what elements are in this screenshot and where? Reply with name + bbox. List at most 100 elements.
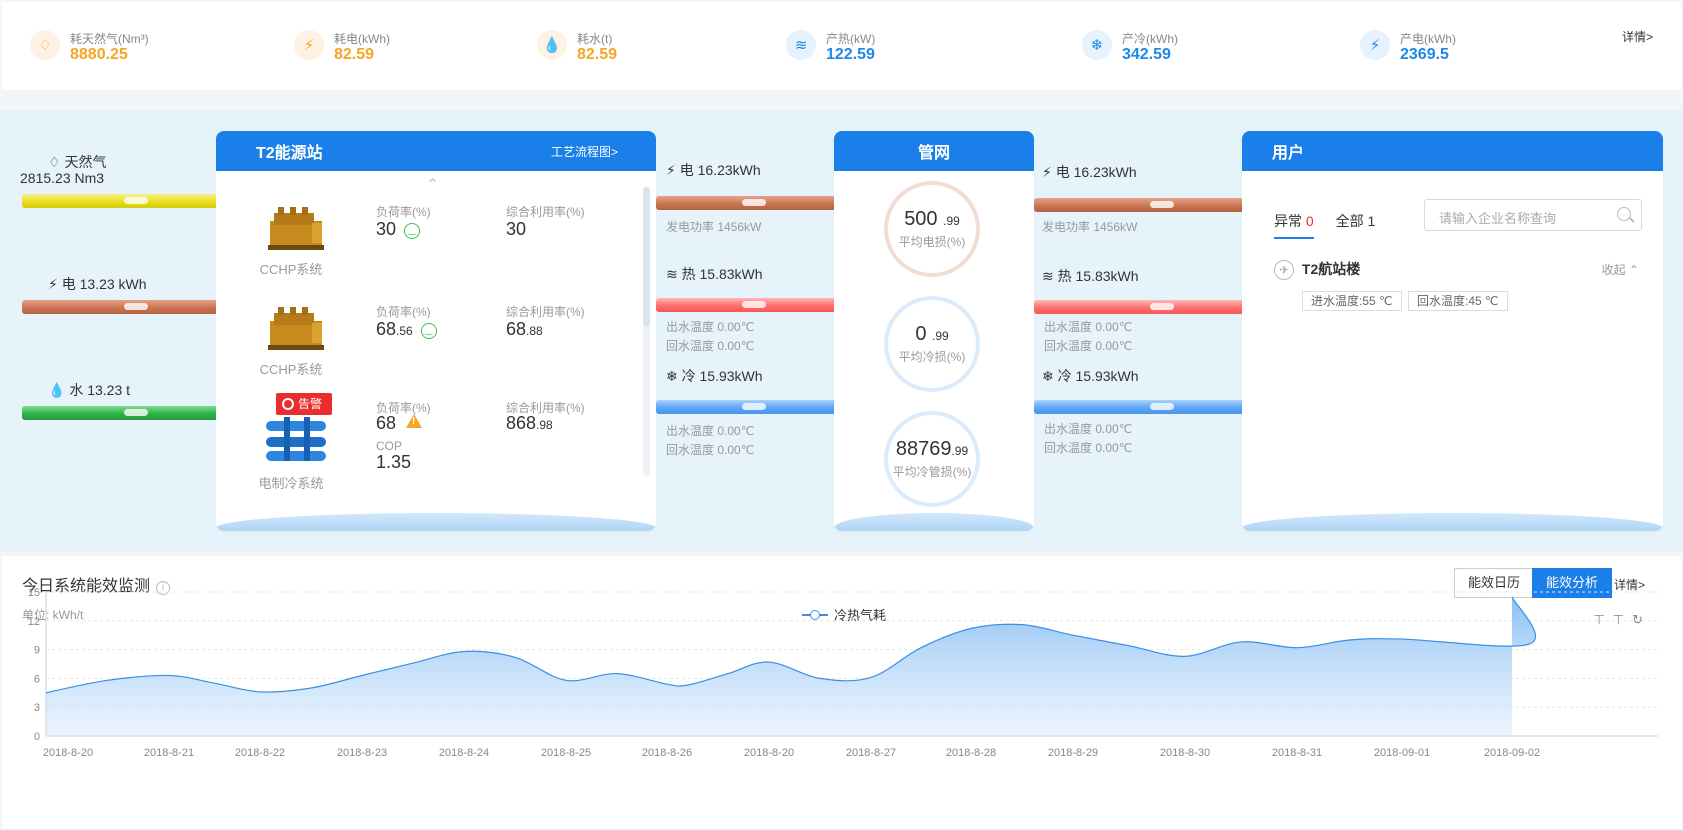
load-rate-value: 68.56 ‿ (376, 319, 437, 340)
gas-pipe (22, 194, 218, 208)
mid-left-elec-sub: 发电功率 1456kW (666, 220, 762, 234)
summary-bar: ♢ 耗天然气(Nm³) 8880.25 ⚡ 耗电(kWh) 82.59 💧 耗水… (2, 2, 1681, 90)
network-card: 管网 500 .99 平均电损(%) 0 .99 平均冷损(%) 88769.9… (834, 131, 1034, 531)
y-tick-label: 15 (28, 587, 40, 599)
mid-left-cold-label: ❄ 冷 15.93kWh (666, 368, 763, 384)
snowflake-icon: ❄ (666, 368, 678, 384)
network-title: 管网 (834, 131, 1034, 171)
x-tick-label: 2018-8-25 (541, 747, 591, 759)
card-wave (216, 513, 656, 531)
mid-right-heat-pipe (1034, 300, 1244, 314)
user-title: 用户 (1242, 131, 1663, 171)
x-tick-label: 2018-8-31 (1272, 747, 1322, 759)
x-tick-label: 2018-8-23 (337, 747, 387, 759)
efficiency-monitor-panel: 今日系统能效监测 i 单位: kWh/t 能效日历 能效分析 详情> 冷热气耗 ⊤… (2, 556, 1681, 828)
load-rate-value: 68 (376, 413, 423, 434)
util-rate-value: 68.88 (506, 319, 543, 339)
airplane-icon: ✈ (1274, 260, 1294, 280)
x-tick-label: 2018-8-26 (642, 747, 692, 759)
user-item[interactable]: ✈ T2航站楼 (1274, 259, 1360, 280)
user-card: 用户 异常 0 全部 1 请输入企业名称查询 ✈ T2航站楼 收起 ⌃ 进水温度… (1242, 131, 1663, 531)
ring-elec-loss: 500 .99 平均电损(%) (884, 181, 980, 277)
smile-icon: ‿ (420, 323, 437, 339)
scrollbar[interactable] (643, 187, 650, 477)
x-tick-label: 2018-8-24 (439, 747, 489, 759)
system-row[interactable]: CCHP系统 负荷率(%) 68.56 ‿ 综合利用率(%) 68.88 (216, 293, 626, 393)
alarm-badge[interactable]: 告警 (276, 393, 333, 415)
smile-icon: ‿ (404, 223, 421, 239)
x-tick-label: 2018-8-21 (144, 747, 194, 759)
lightning-icon: ⚡ (48, 276, 58, 292)
mid-left-cold-pipe (656, 400, 836, 414)
return-temp-tag: 回水温度:45 ℃ (1408, 291, 1508, 311)
snowflake-icon: ❄ (1082, 30, 1112, 60)
gas-source-value: 2815.23 Nm3 (20, 170, 105, 186)
process-flow-link[interactable]: 工艺流程图> (551, 143, 618, 160)
flame-icon: ♢ (30, 30, 60, 60)
x-tick-label: 2018-8-28 (946, 747, 996, 759)
mid-left-heat-back: 回水温度 0.00℃ (666, 339, 755, 353)
util-rate-label: 综合利用率(%) (506, 305, 585, 319)
card-wave (1242, 513, 1663, 531)
gas-source-label: ♢ 天然气 (48, 154, 107, 170)
water-drop-icon: 💧 (48, 382, 66, 398)
system-row[interactable]: 告警 电制冷系统 负荷率(%) 68 COP 1.35 综合利用率(%) 868… (216, 393, 626, 493)
x-tick-label: 2018-8-27 (846, 747, 896, 759)
x-tick-label: 2018-8-30 (1160, 747, 1210, 759)
util-rate-label: 综合利用率(%) (506, 205, 585, 219)
station-header: T2能源站 工艺流程图> (216, 131, 656, 171)
x-tick-label: 2018-09-02 (1484, 747, 1540, 759)
heat-icon: ≋ (1042, 268, 1054, 284)
x-tick-label: 2018-8-22 (235, 747, 285, 759)
system-name: CCHP系统 (259, 362, 323, 377)
elec-pipe (22, 300, 218, 314)
ring-cold-pipe-loss: 88769.99 平均冷管损(%) (884, 411, 980, 507)
cop-label: COP (376, 439, 403, 453)
inlet-temp-tag: 进水温度:55 ℃ (1302, 291, 1402, 311)
y-tick-label: 6 (34, 673, 40, 685)
flame-icon: ♢ (48, 154, 61, 170)
tab-abnormal[interactable]: 异常 0 (1274, 211, 1314, 239)
y-tick-label: 9 (34, 645, 40, 657)
mid-left-heat-label: ≋ 热 15.83kWh (666, 266, 763, 282)
x-tick-label: 2018-8-29 (1048, 747, 1098, 759)
mid-left-cold-back: 回水温度 0.00℃ (666, 443, 755, 457)
snowflake-icon: ❄ (1042, 368, 1054, 384)
mid-right-cold-out: 出水温度 0.00℃ (1044, 422, 1133, 436)
lightning-icon: ⚡ (1042, 164, 1052, 180)
system-name: CCHP系统 (259, 262, 323, 277)
lightning-icon: ⚡ (294, 30, 324, 60)
util-rate-value: 868.98 (506, 413, 553, 433)
mid-left-heat-out: 出水温度 0.00℃ (666, 320, 755, 334)
mid-right-elec-sub: 发电功率 1456kW (1042, 220, 1138, 234)
collapse-toggle[interactable]: 收起 ⌃ (1602, 261, 1639, 278)
efficiency-chart: 0 3 6 9 12 15 2018-8-20 2018-8-21 2018-8-22 2018-… (28, 587, 1658, 759)
heat-icon: ≋ (666, 266, 678, 282)
y-tick-label: 0 (34, 731, 40, 743)
station-title: T2能源站 (256, 145, 323, 162)
generator-icon (268, 307, 324, 350)
x-tick-label: 2018-09-01 (1374, 747, 1430, 759)
generator-icon (268, 207, 324, 250)
lightning-icon: ⚡ (1360, 30, 1390, 60)
util-rate-value: 30 (506, 219, 527, 239)
alarm-icon (282, 398, 294, 410)
tab-all[interactable]: 全部 1 (1336, 213, 1376, 229)
lightning-icon: ⚡ (666, 162, 676, 178)
search-icon[interactable] (1617, 207, 1631, 221)
mid-left-elec-label: ⚡ 电 16.23kWh (666, 162, 761, 178)
system-row[interactable]: CCHP系统 负荷率(%) 30 ‿ 综合利用率(%) 30 (216, 193, 626, 293)
chiller-icon (266, 417, 326, 461)
mid-left-elec-pipe (656, 196, 836, 210)
mid-right-heat-back: 回水温度 0.00℃ (1044, 339, 1133, 353)
summary-detail-link[interactable]: 详情> (1622, 28, 1653, 45)
water-source-label: 💧 水 13.23 t (48, 382, 131, 398)
heat-icon: ≋ (786, 30, 816, 60)
load-rate-label: 负荷率(%) (376, 305, 431, 319)
company-search-input[interactable]: 请输入企业名称查询 (1424, 199, 1642, 231)
scroll-up-icon[interactable]: ⌃ (426, 175, 439, 195)
mid-left-cold-out: 出水温度 0.00℃ (666, 424, 755, 438)
load-rate-label: 负荷率(%) (376, 205, 431, 219)
mid-right-heat-label: ≋ 热 15.83kWh (1042, 268, 1139, 284)
elec-source-label: ⚡ 电 13.23 kWh (48, 276, 147, 292)
